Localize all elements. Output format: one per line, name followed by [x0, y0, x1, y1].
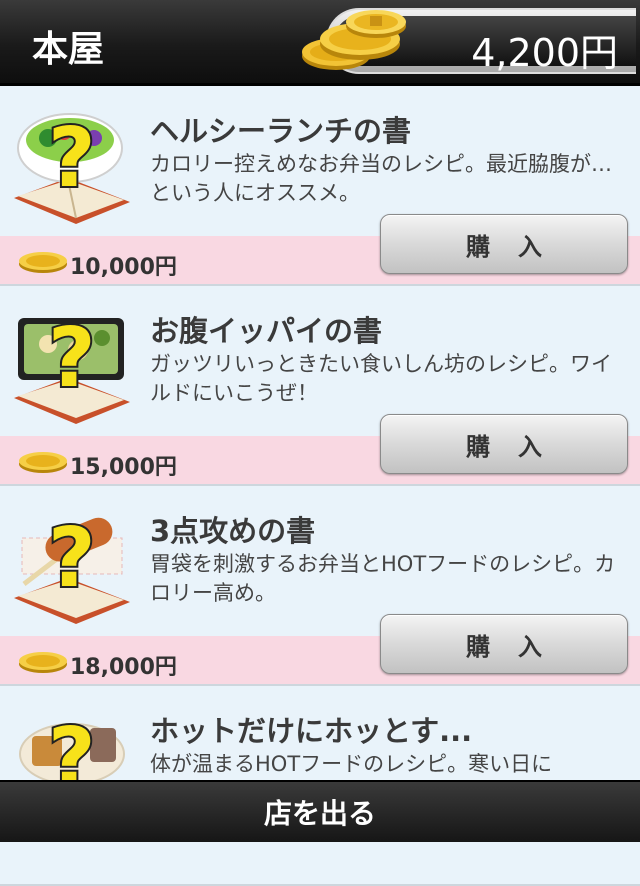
item-description: 体が温まるHOTフードのレシピ。寒い日に: [150, 752, 553, 776]
svg-text:?: ?: [48, 311, 96, 406]
item-title: 3点攻めの書: [150, 514, 316, 548]
bento-recipe-book-icon: ?: [14, 309, 130, 424]
salad-recipe-book-icon: ?: [14, 109, 130, 224]
svg-text:?: ?: [48, 511, 96, 606]
item-title: ホットだけにホッとす...: [150, 714, 473, 748]
item-title: お腹イッパイの書: [150, 314, 383, 348]
svg-text:?: ?: [48, 111, 96, 206]
list-item: ? 3点攻めの書 胃袋を刺激するお弁当とHOTフードのレシピ。カロリー高め。 1…: [0, 486, 640, 686]
coin-icon: [19, 452, 67, 473]
gold-coins-stack-icon: [302, 10, 406, 70]
list-item: ? お腹イッパイの書 ガッツリいっときたい食いしん坊のレシピ。ワイルドにいこうぜ…: [0, 286, 640, 486]
header-bar: 本屋 4,200円: [0, 0, 640, 86]
item-description: 胃袋を刺激するお弁当とHOTフードのレシピ。カロリー高め。: [150, 552, 616, 605]
item-price: 10,000円: [70, 255, 177, 280]
item-price: 18,000円: [70, 655, 177, 680]
buy-button[interactable]: 購入: [380, 214, 628, 274]
buy-button[interactable]: 購入: [380, 614, 628, 674]
balance-amount: 4,200円: [471, 31, 618, 75]
coin-icon: [19, 252, 67, 273]
list-item: ? ヘルシーランチの書 カロリー控えめなお弁当のレシピ。最近脇腹が…という人にオ…: [0, 86, 640, 286]
corndog-recipe-book-icon: ?: [14, 509, 130, 624]
page-title: 本屋: [32, 29, 105, 70]
recipe-book-list: ? ヘルシーランチの書 カロリー控えめなお弁当のレシピ。最近脇腹が…という人にオ…: [0, 86, 640, 886]
item-description: カロリー控えめなお弁当のレシピ。最近脇腹が…という人にオススメ。: [150, 152, 612, 205]
buy-button[interactable]: 購入: [380, 414, 628, 474]
item-title: ヘルシーランチの書: [150, 114, 412, 148]
exit-shop-button[interactable]: 店を出る: [0, 780, 640, 842]
item-description: ガッツリいっときたい食いしん坊のレシピ。ワイルドにいこうぜ！: [150, 352, 612, 405]
coin-icon: [19, 652, 67, 673]
item-price: 15,000円: [70, 455, 177, 480]
